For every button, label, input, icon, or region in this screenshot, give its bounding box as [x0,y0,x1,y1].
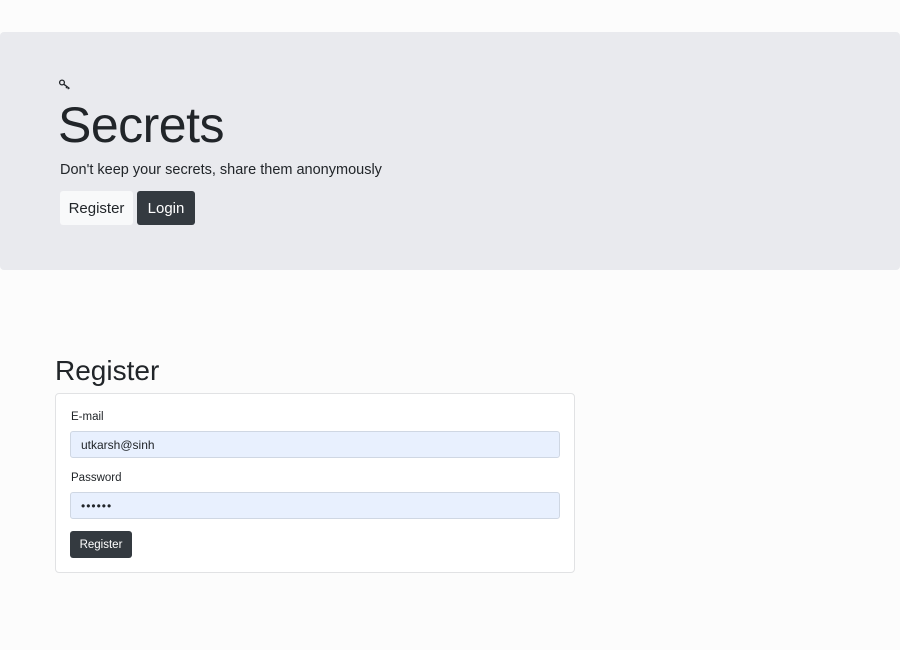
register-submit-button[interactable]: Register [70,531,132,558]
key-icon [58,78,72,92]
email-label: E-mail [71,411,104,423]
email-value: utkarsh@sinh [81,437,155,452]
page-title: Secrets [58,97,225,153]
password-value: •••••• [81,498,113,513]
register-heading: Register [55,355,160,386]
page-subtitle: Don't keep your secrets, share them anon… [60,162,382,178]
register-nav-button[interactable]: Register [60,191,133,225]
login-nav-button[interactable]: Login [137,191,195,225]
email-field[interactable]: utkarsh@sinh [70,431,560,458]
password-field[interactable]: •••••• [70,492,560,519]
password-label: Password [71,472,122,484]
register-form-card: E-mail utkarsh@sinh Password •••••• Regi… [55,393,575,573]
